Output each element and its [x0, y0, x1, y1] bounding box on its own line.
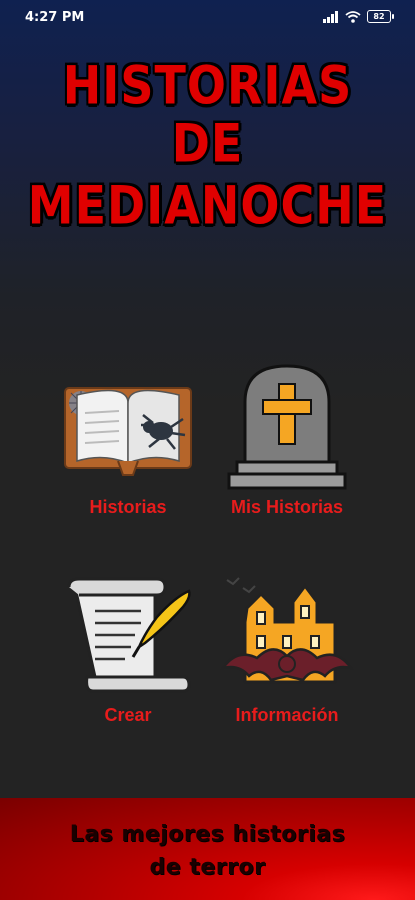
footer-text-line2: de terror: [149, 855, 266, 880]
signal-icon: [323, 10, 338, 23]
haunted-house-bat-icon: [220, 577, 354, 684]
menu-label-informacion: Información: [235, 705, 339, 725]
menu-label-crear: Crear: [104, 705, 152, 725]
menu-item-historias[interactable]: Historias: [43, 375, 213, 525]
menu-label-mis-historias: Mis Historias: [230, 497, 344, 517]
app-title-line2: DE MEDIANOCHE: [27, 111, 388, 237]
scroll-quill-icon: [67, 577, 191, 693]
status-bar: 4:27 PM 82: [0, 0, 415, 36]
menu-item-crear[interactable]: Crear: [43, 575, 213, 730]
battery-icon: 82: [367, 10, 394, 23]
open-book-spider-icon: [64, 387, 192, 476]
status-icons: 82: [323, 10, 394, 23]
app-title-line1: HISTORIAS: [62, 53, 353, 117]
footer-text-line1: Las mejores historias: [69, 822, 346, 847]
menu-item-informacion[interactable]: Información: [202, 570, 372, 730]
status-time: 4:27 PM: [25, 10, 85, 25]
tombstone-cross-icon: [227, 364, 347, 490]
wifi-icon: [345, 10, 361, 23]
footer-banner: [0, 798, 415, 900]
menu-label-historias: Historias: [89, 497, 167, 517]
menu-item-mis-historias[interactable]: Mis Historias: [202, 360, 372, 525]
